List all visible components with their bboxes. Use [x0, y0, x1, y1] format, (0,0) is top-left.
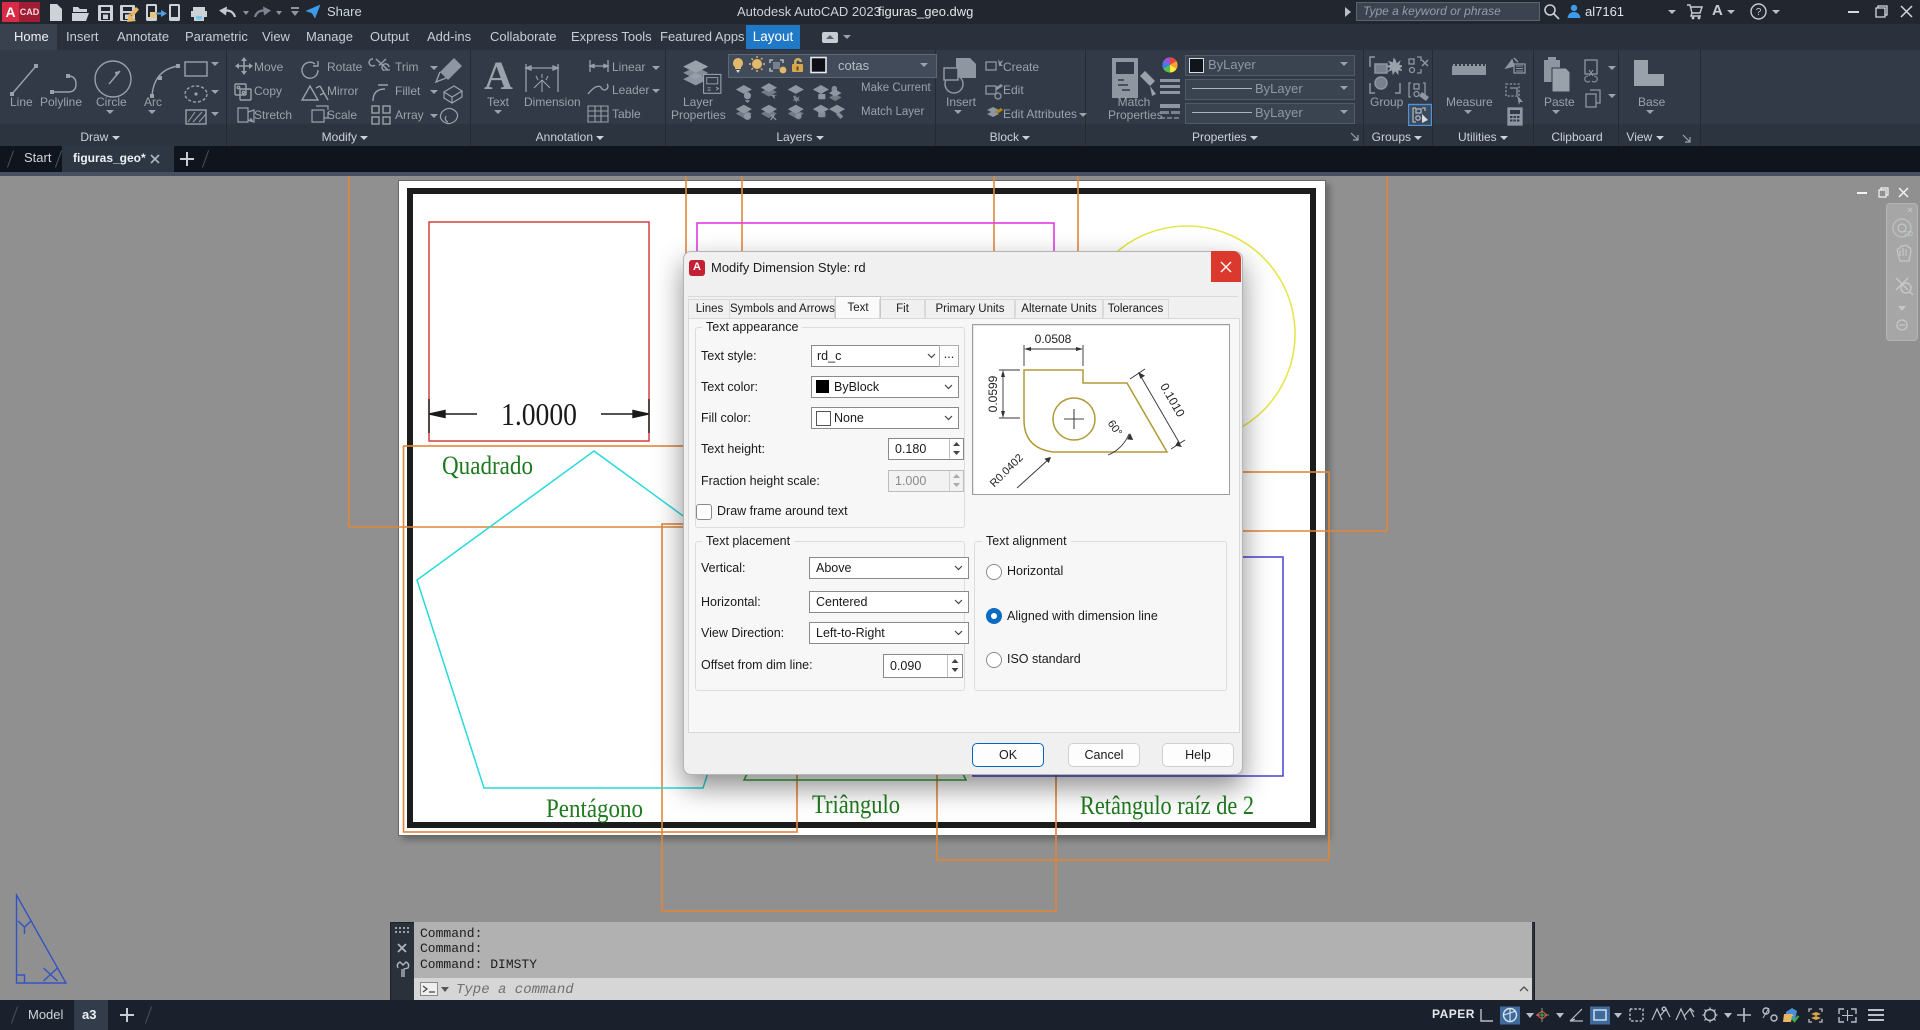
svg-text:60°: 60° — [1105, 418, 1124, 439]
svg-text:Triângulo: Triângulo — [812, 790, 900, 819]
svg-text:Retângulo raíz de 2: Retângulo raíz de 2 — [1080, 791, 1254, 820]
svg-text:1.0000: 1.0000 — [501, 396, 577, 432]
svg-text:Quadrado: Quadrado — [442, 451, 533, 480]
svg-text:0.0599: 0.0599 — [986, 375, 1000, 412]
svg-text:?: ? — [1756, 7, 1762, 18]
svg-text:0.0508: 0.0508 — [1035, 332, 1072, 346]
svg-text:0.1010: 0.1010 — [1157, 381, 1188, 420]
svg-text:R0.0402: R0.0402 — [988, 452, 1026, 490]
svg-text:Pentágono: Pentágono — [546, 794, 643, 823]
svg-text:2D: 2D — [1904, 231, 1913, 238]
